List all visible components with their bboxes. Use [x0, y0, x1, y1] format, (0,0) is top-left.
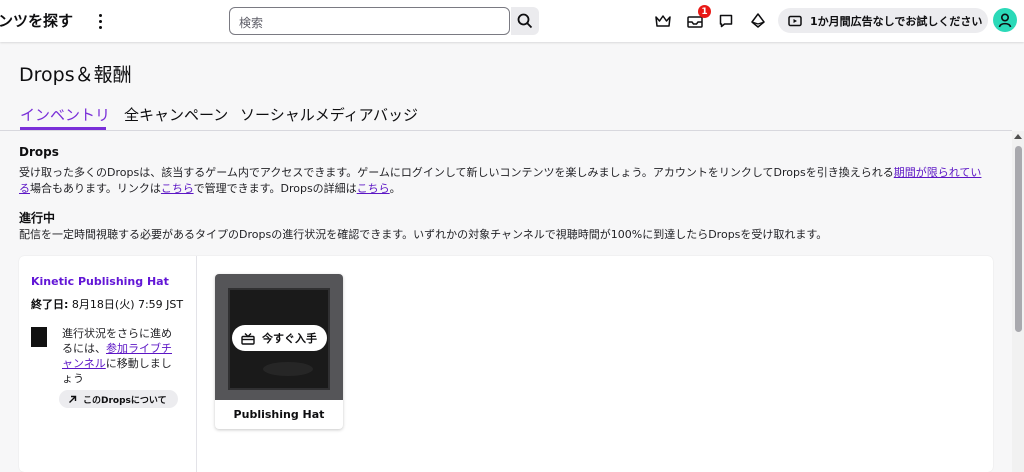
drops-text: で管理できます。Dropsの詳細は [193, 182, 357, 195]
game-thumbnail [31, 327, 47, 347]
bits-icon[interactable] [748, 11, 768, 31]
tab-all-campaigns[interactable]: 全キャンペーン [124, 104, 228, 125]
more-vertical-icon[interactable] [93, 11, 107, 31]
drop-reward-card [215, 274, 343, 429]
manage-links-link[interactable]: こちら [161, 182, 194, 195]
prime-trial-label: 1か月間広告なしでお試しください [810, 14, 983, 28]
limited-time-link[interactable]: 期間が限られてい [894, 166, 982, 179]
scroll-up-arrow-icon[interactable] [1014, 134, 1022, 139]
end-date-value: 8月18日(火) 7:59 JST [71, 298, 184, 311]
tab-social-media-badges[interactable]: ソーシャルメディアバッジ [240, 104, 418, 125]
progress-note: 進行状況をさらに進めるには、参加ライブチャンネルに移動しましょう [62, 326, 182, 386]
in-progress-description: 配信を一定時間視聴する必要があるタイプのDropsの進行状況を確認できます。いず… [19, 228, 828, 241]
campaign-end-date: 終了日: 8月18日(火) 7:59 JST [31, 296, 183, 312]
in-progress-heading: 進行中 [19, 211, 56, 225]
claim-now-button[interactable]: 今すぐ入手 [232, 325, 327, 351]
limited-time-link-cont[interactable]: る [19, 182, 30, 195]
whispers-icon[interactable] [716, 11, 736, 31]
arrow-up-right-icon [69, 395, 77, 403]
drop-name: Publishing Hat [233, 408, 325, 421]
browse-link[interactable]: ンツを探す [0, 10, 73, 31]
search-icon [517, 13, 533, 29]
crown-icon[interactable] [653, 11, 673, 31]
page-title: Drops＆報酬 [19, 64, 132, 86]
top-navigation: ンツを探す 検索 1 1か月間広告なしでお試しください [0, 0, 1024, 42]
hat-silhouette [263, 362, 313, 376]
tab-divider [0, 130, 1012, 131]
drops-description-line1: 受け取った多くのDropsは、該当するゲーム内でアクセスできます。ゲームにログイ… [19, 165, 981, 181]
prime-ad-icon [788, 15, 802, 26]
gift-icon [241, 332, 255, 345]
scrollbar-thumb[interactable] [1015, 146, 1022, 332]
drops-description-line2: る場合もあります。リンクはこちらで管理できます。Dropsの詳細はこちら。 [19, 181, 401, 197]
drops-heading: Drops [19, 145, 59, 159]
about-drops-label: このDropsについて [83, 395, 167, 406]
campaign-title[interactable]: Kinetic Publishing Hat [31, 275, 169, 288]
tab-inventory[interactable]: インベントリ [20, 104, 110, 125]
search-input[interactable]: 検索 [229, 7, 510, 35]
drops-text: 場合もあります。リンクは [30, 182, 161, 195]
claim-now-label: 今すぐ入手 [262, 332, 317, 345]
user-avatar-icon[interactable] [993, 8, 1017, 32]
about-drops-button[interactable]: このDropsについて [59, 390, 178, 408]
drops-text: 。 [389, 182, 401, 195]
end-date-label: 終了日: [31, 298, 69, 311]
card-divider [196, 256, 197, 472]
notification-badge: 1 [698, 5, 711, 18]
drops-text: 受け取った多くのDropsは、該当するゲーム内でアクセスできます。ゲームにログイ… [19, 166, 894, 179]
search-button[interactable] [511, 7, 539, 35]
drops-details-link[interactable]: こちら [357, 182, 390, 195]
prime-trial-button[interactable]: 1か月間広告なしでお試しください [778, 8, 988, 33]
